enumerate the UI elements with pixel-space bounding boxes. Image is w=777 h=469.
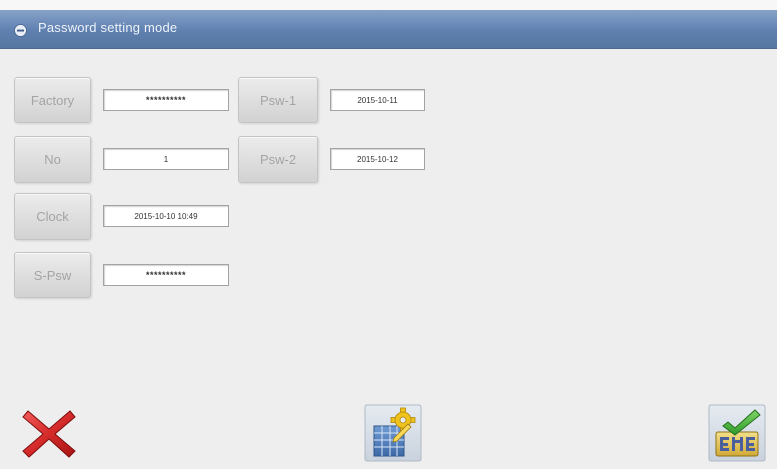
s-psw-button[interactable]: S-Psw xyxy=(14,252,91,298)
settings-document-icon xyxy=(364,404,422,462)
confirm-check-icon xyxy=(708,404,766,462)
psw-2-date-field[interactable]: 2015-10-12 xyxy=(330,148,425,170)
window-title: Password setting mode xyxy=(38,20,178,35)
clock-value: 2015-10-10 10:49 xyxy=(134,211,198,221)
clock-field[interactable]: 2015-10-10 10:49 xyxy=(103,205,229,227)
s-psw-value: ********** xyxy=(145,270,187,280)
clock-button[interactable]: Clock xyxy=(14,193,91,240)
factory-password-field[interactable]: ********** xyxy=(103,89,229,111)
settings-button[interactable] xyxy=(364,404,422,462)
cancel-button[interactable] xyxy=(20,404,78,462)
minus-circle-icon[interactable] xyxy=(14,24,27,37)
psw-1-date-value: 2015-10-11 xyxy=(357,95,398,105)
no-field[interactable]: 1 xyxy=(103,148,229,170)
psw-2-date-value: 2015-10-12 xyxy=(357,154,398,164)
close-icon xyxy=(22,410,76,458)
no-value: 1 xyxy=(163,154,169,164)
factory-button[interactable]: Factory xyxy=(14,77,91,123)
s-psw-field[interactable]: ********** xyxy=(103,264,229,286)
psw-1-date-field[interactable]: 2015-10-11 xyxy=(330,89,425,111)
confirm-button[interactable] xyxy=(708,404,766,462)
top-strip xyxy=(0,0,777,10)
factory-password-value: ********** xyxy=(145,95,187,105)
no-button[interactable]: No xyxy=(14,136,91,183)
psw-1-button[interactable]: Psw-1 xyxy=(238,77,318,123)
title-bar: Password setting mode xyxy=(0,10,777,49)
psw-2-button[interactable]: Psw-2 xyxy=(238,136,318,183)
